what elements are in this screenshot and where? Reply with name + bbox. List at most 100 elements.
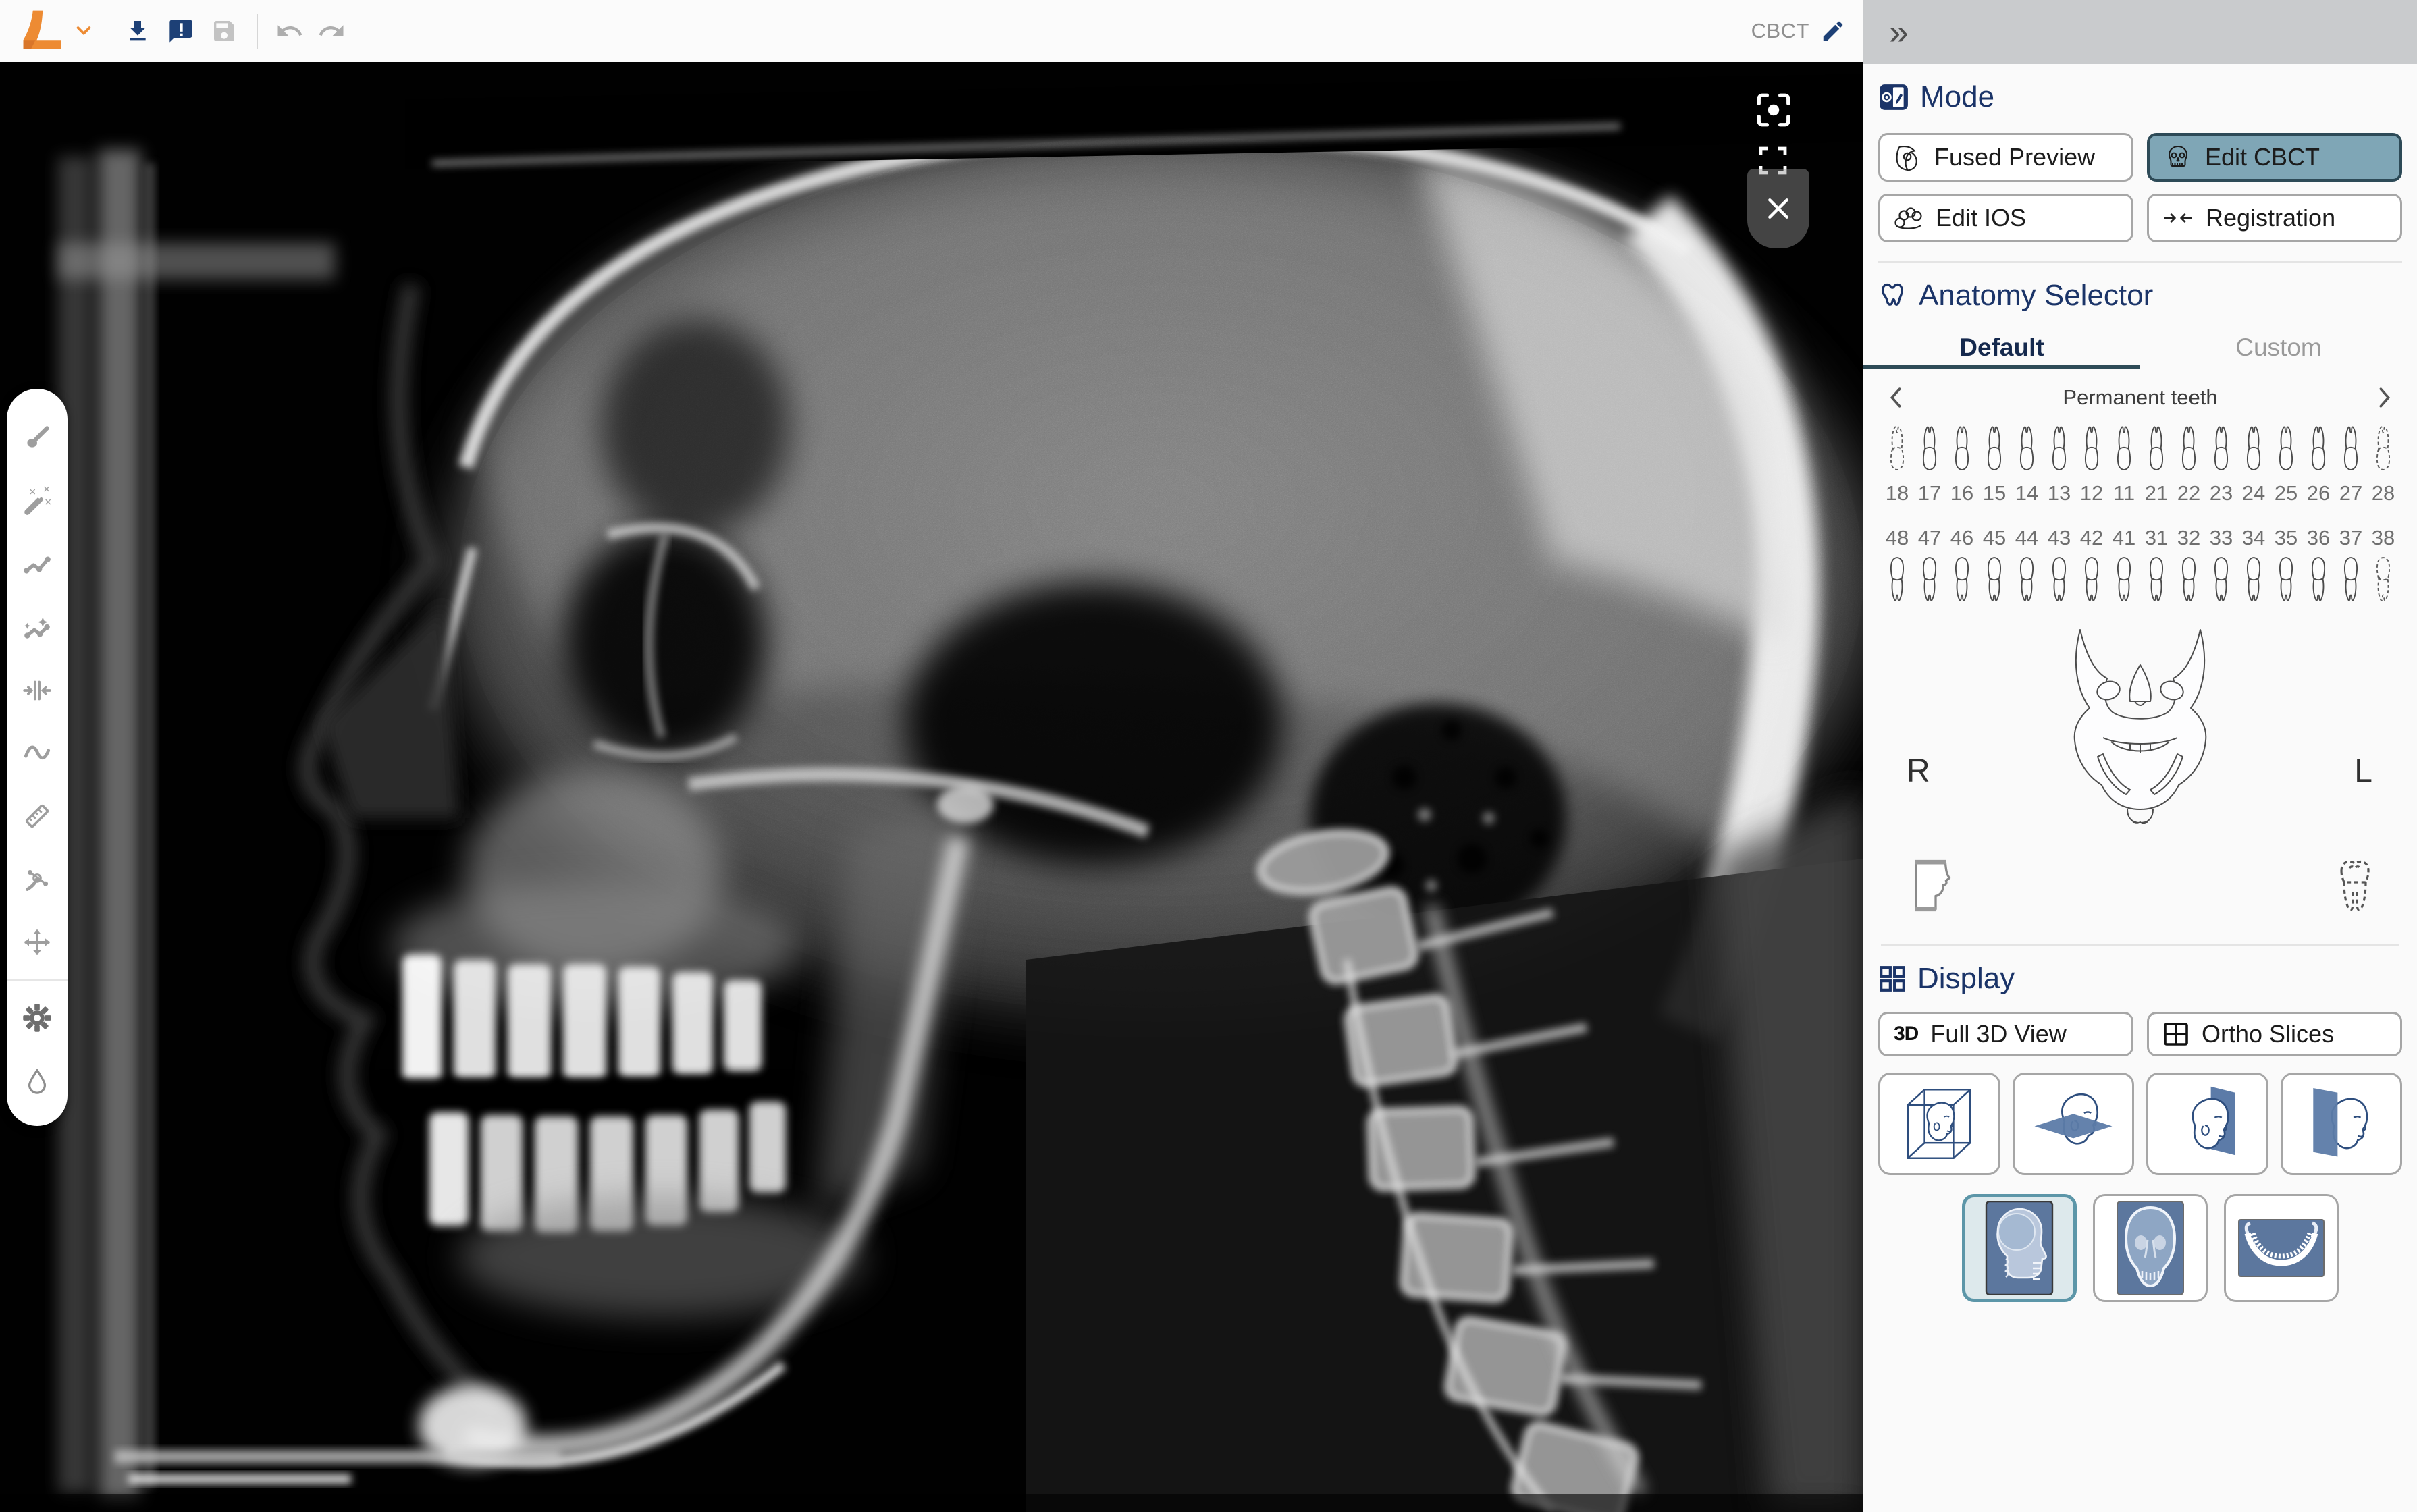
tooth-33[interactable] (2205, 553, 2237, 612)
tooth-14[interactable] (2011, 415, 2043, 475)
tooth-number-36: 36 (2302, 522, 2335, 551)
lateral-ceph-button[interactable] (1962, 1194, 2077, 1302)
smart-polyline-tool-button[interactable] (7, 595, 68, 658)
tooth-11[interactable] (2108, 415, 2140, 475)
tooth-number-31: 31 (2140, 522, 2173, 551)
tooth-48[interactable] (1881, 553, 1913, 612)
dashed-tooth-icon (2336, 857, 2374, 914)
tooth-25[interactable] (2270, 415, 2302, 475)
tooth-32[interactable] (2173, 553, 2205, 612)
frontal-ceph-button[interactable] (2093, 1194, 2208, 1302)
dentition-next-button[interactable] (2370, 386, 2399, 409)
spline-node-icon (22, 864, 53, 895)
center-view-button[interactable] (1754, 90, 1793, 133)
tooth-16[interactable] (1946, 415, 1978, 475)
tooth-45[interactable] (1978, 553, 2011, 612)
side-label-right: R (1907, 753, 1930, 790)
measure-tool-button[interactable] (7, 785, 68, 848)
tooth-31[interactable] (2140, 553, 2173, 612)
redo-icon (317, 17, 346, 45)
cbct-viewport[interactable]: ✕✕✕ (0, 62, 1863, 1512)
edit-ios-label: Edit IOS (1936, 204, 2026, 232)
tooth-12[interactable] (2075, 415, 2108, 475)
settings-button[interactable] (7, 986, 68, 1049)
tooth-36[interactable] (2302, 553, 2335, 612)
fused-preview-button[interactable]: Fused Preview (1878, 133, 2133, 182)
tooth-17[interactable] (1913, 415, 1946, 475)
spline-edit-tool-button[interactable] (7, 848, 68, 911)
tooth-number-24: 24 (2237, 477, 2270, 507)
tooth-23[interactable] (2205, 415, 2237, 475)
tooth-34[interactable] (2237, 553, 2270, 612)
tooth-18[interactable] (1881, 415, 1913, 475)
full-3d-view-button[interactable]: 3D Full 3D View (1878, 1012, 2133, 1056)
svg-text:✕: ✕ (43, 485, 50, 495)
tooth-41[interactable] (2108, 553, 2140, 612)
app-logo[interactable] (18, 9, 69, 53)
snap-merge-tool-button[interactable] (7, 659, 68, 722)
jaw-anatomy-diagram[interactable] (2036, 622, 2245, 824)
logo-menu-chevron[interactable] (76, 24, 92, 38)
tooth-27[interactable] (2335, 415, 2367, 475)
tooth-38[interactable] (2367, 553, 2399, 612)
edit-ios-button[interactable]: Edit IOS (1878, 194, 2133, 242)
tooth-35[interactable] (2270, 553, 2302, 612)
dentition-prev-button[interactable] (1881, 386, 1911, 409)
soft-tissue-toggle[interactable] (1907, 858, 1965, 917)
export-button[interactable] (124, 18, 151, 45)
tooth-number-21: 21 (2140, 477, 2173, 507)
tooth-43[interactable] (2043, 553, 2075, 612)
view-coronal-button[interactable] (2281, 1073, 2403, 1175)
feedback-button[interactable] (167, 18, 194, 45)
tooth-46[interactable] (1946, 553, 1978, 612)
tooth-47[interactable] (1913, 553, 1946, 612)
tooth-44[interactable] (2011, 553, 2043, 612)
chevron-right-icon (2376, 386, 2393, 409)
panoramic-button[interactable] (2224, 1194, 2339, 1302)
tooth-13[interactable] (2043, 415, 2075, 475)
top-toolbar: CBCT (0, 0, 1863, 62)
polyline-tool-button[interactable] (7, 533, 68, 595)
tooth-number-22: 22 (2173, 477, 2205, 507)
rename-scan-button[interactable] (1820, 18, 1846, 44)
tooth-37[interactable] (2335, 553, 2367, 612)
magic-wand-tool-button[interactable]: ✕✕✕ (7, 469, 68, 532)
tooth-icon (1878, 281, 1908, 310)
droplet-icon (23, 1066, 51, 1095)
collapse-panel-button[interactable]: » (1882, 12, 1915, 53)
palette-divider (7, 979, 68, 981)
tooth-21[interactable] (2140, 415, 2173, 475)
tooth-24[interactable] (2237, 415, 2270, 475)
lower-teeth-row (1881, 553, 2399, 612)
tooth-22[interactable] (2173, 415, 2205, 475)
ortho-slices-button[interactable]: Ortho Slices (2147, 1012, 2402, 1056)
tooth-42[interactable] (2075, 553, 2108, 612)
view-axial-button[interactable] (2013, 1073, 2135, 1175)
redo-button[interactable] (317, 17, 346, 45)
tooth-number-17: 17 (1913, 477, 1946, 507)
tooth-number-32: 32 (2173, 522, 2205, 551)
tooth-number-47: 47 (1913, 522, 1946, 551)
tooth-28[interactable] (2367, 415, 2399, 475)
missing-tooth-toggle[interactable] (2336, 857, 2374, 917)
close-view-button[interactable] (1747, 169, 1809, 248)
save-button[interactable] (211, 18, 238, 45)
undo-button[interactable] (275, 17, 304, 45)
svg-text:✕: ✕ (44, 497, 51, 508)
view-3d-box-button[interactable] (1878, 1073, 2000, 1175)
curve-tool-button[interactable] (7, 722, 68, 784)
edit-cbct-button[interactable]: Edit CBCT (2147, 133, 2402, 182)
registration-button[interactable]: Registration (2147, 194, 2402, 242)
dentition-label: Permanent teeth (1911, 385, 2370, 410)
tooth-26[interactable] (2302, 415, 2335, 475)
move-tool-button[interactable] (7, 911, 68, 974)
tooth-number-37: 37 (2335, 522, 2367, 551)
head-coronal-plane-icon (2298, 1082, 2385, 1166)
tooth-number-33: 33 (2205, 522, 2237, 551)
view-sagittal-button[interactable] (2146, 1073, 2268, 1175)
opacity-tool-button[interactable] (7, 1050, 68, 1112)
brush-tool-button[interactable] (7, 406, 68, 469)
tab-custom[interactable]: Custom (2140, 326, 2417, 369)
tab-default[interactable]: Default (1863, 326, 2140, 369)
tooth-15[interactable] (1978, 415, 2011, 475)
